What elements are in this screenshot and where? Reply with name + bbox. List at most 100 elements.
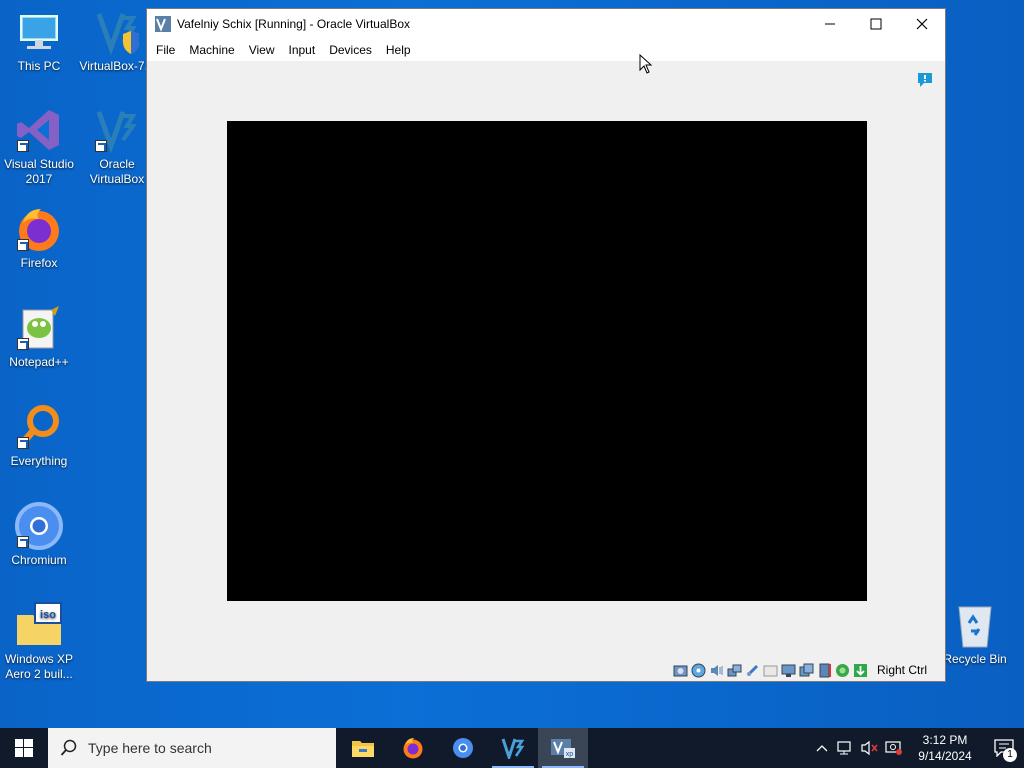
- taskbar-vm-window[interactable]: xp: [538, 728, 588, 768]
- notification-count-badge: 1: [1003, 748, 1017, 762]
- menu-view[interactable]: View: [242, 43, 282, 57]
- desktop-icon-virtualbox-installer[interactable]: VirtualBox-7...: [78, 8, 156, 74]
- computer-icon: [15, 8, 63, 56]
- chevron-up-icon: [816, 745, 828, 752]
- virtualization-icon[interactable]: [817, 663, 832, 678]
- firefox-icon: [15, 205, 63, 253]
- video-capture-icon[interactable]: [799, 663, 814, 678]
- svg-text:xp: xp: [566, 751, 574, 758]
- close-icon: [916, 18, 928, 30]
- virtualbox-icon: [93, 106, 141, 154]
- desktop-icon-this-pc[interactable]: This PC: [0, 8, 78, 74]
- shared-folders-icon[interactable]: [763, 663, 778, 678]
- show-hidden-icons-button[interactable]: [810, 728, 834, 768]
- guest-additions-icon[interactable]: [835, 663, 850, 678]
- tray-monitor-icon: [885, 741, 902, 755]
- taskbar-virtualbox-manager[interactable]: [488, 728, 538, 768]
- desktop-icon-label: VirtualBox-7...: [79, 59, 155, 73]
- shortcut-arrow-icon: [17, 239, 29, 251]
- desktop-icon-label: Chromium: [11, 553, 67, 567]
- search-icon: [60, 739, 77, 756]
- desktop-icon-oracle-virtualbox[interactable]: Oracle VirtualBox: [78, 106, 156, 187]
- minimize-button[interactable]: [807, 9, 853, 39]
- volume-button[interactable]: [858, 728, 882, 768]
- shortcut-arrow-icon: [17, 140, 29, 152]
- menu-input[interactable]: Input: [282, 43, 323, 57]
- network-icon: [837, 741, 851, 755]
- clock-time: 3:12 PM: [922, 733, 968, 747]
- close-button[interactable]: [899, 9, 945, 39]
- shortcut-arrow-icon: [17, 338, 29, 350]
- desktop-icon-windows-xp-iso[interactable]: iso Windows XP Aero 2 buil...: [0, 601, 78, 682]
- desktop-icon-label: Firefox: [20, 256, 58, 270]
- network-icon[interactable]: [727, 663, 742, 678]
- clock[interactable]: 3:12 PM 9/14/2024: [906, 732, 984, 764]
- visual-studio-icon: [15, 106, 63, 154]
- menu-devices[interactable]: Devices: [322, 43, 379, 57]
- magnifier-icon: [15, 403, 63, 451]
- shortcut-arrow-icon: [95, 140, 107, 152]
- message-notification-icon[interactable]: [917, 72, 933, 88]
- virtualbox-icon: [93, 8, 141, 56]
- desktop-icon-label: Notepad++: [9, 355, 69, 369]
- desktop-icon-chromium[interactable]: Chromium: [0, 502, 78, 568]
- menu-help[interactable]: Help: [379, 43, 418, 57]
- notepad-plus-plus-icon: [15, 304, 63, 352]
- audio-icon[interactable]: [709, 663, 724, 678]
- host-key-arrow-icon[interactable]: [853, 663, 868, 678]
- vm-display[interactable]: [227, 121, 867, 601]
- taskbar-search-box[interactable]: Type here to search: [48, 728, 336, 768]
- desktop-icon-label: Visual Studio 2017: [4, 157, 74, 186]
- hard-disk-icon[interactable]: [673, 663, 688, 678]
- menu-bar: File Machine View Input Devices Help: [147, 39, 945, 61]
- virtualbox-vm-window[interactable]: Vafelniy Schix [Running] - Oracle Virtua…: [146, 8, 946, 682]
- virtualbox-vm-icon: [155, 16, 171, 32]
- shortcut-arrow-icon: [17, 536, 29, 548]
- minimize-icon: [825, 23, 835, 25]
- shortcut-arrow-icon: [17, 437, 29, 449]
- windows-logo-icon: [15, 739, 33, 757]
- menu-machine[interactable]: Machine: [182, 43, 241, 57]
- virtualbox-vm-xp-icon: xp: [551, 739, 575, 758]
- chromium-icon: [453, 738, 473, 758]
- action-center-button[interactable]: 1: [984, 728, 1024, 768]
- folder-icon: [352, 741, 374, 757]
- clock-date: 9/14/2024: [918, 749, 972, 763]
- taskbar-file-explorer[interactable]: [338, 728, 388, 768]
- start-button[interactable]: [0, 728, 48, 768]
- maximize-button[interactable]: [853, 9, 899, 39]
- optical-drive-icon[interactable]: [691, 663, 706, 678]
- taskbar: Type here to search xp 3:12 PM 9/14/2024: [0, 728, 1024, 768]
- desktop-icon-everything[interactable]: Everything: [0, 403, 78, 469]
- tray-app-button[interactable]: [882, 728, 906, 768]
- virtualbox-icon: [501, 738, 525, 759]
- desktop-icon-label: Everything: [10, 454, 68, 468]
- vm-status-bar: Right Ctrl: [147, 659, 945, 681]
- volume-muted-icon: [861, 740, 878, 756]
- display-icon[interactable]: [781, 663, 796, 678]
- maximize-icon: [870, 18, 882, 30]
- desktop-icon-recycle-bin[interactable]: Recycle Bin: [936, 601, 1014, 667]
- host-key-label: Right Ctrl: [876, 663, 927, 677]
- desktop-icon-label: Oracle VirtualBox: [89, 157, 145, 186]
- search-placeholder: Type here to search: [88, 740, 212, 756]
- taskbar-chromium[interactable]: [438, 728, 488, 768]
- usb-icon[interactable]: [745, 663, 760, 678]
- desktop-icon-visual-studio[interactable]: Visual Studio 2017: [0, 106, 78, 187]
- menu-file[interactable]: File: [149, 43, 182, 57]
- firefox-icon: [403, 738, 423, 759]
- desktop-icon-notepad-plus-plus[interactable]: Notepad++: [0, 304, 78, 370]
- title-bar[interactable]: Vafelniy Schix [Running] - Oracle Virtua…: [147, 9, 945, 39]
- desktop-icon-label: Windows XP Aero 2 buil...: [4, 652, 74, 681]
- chromium-icon: [15, 502, 63, 550]
- recycle-bin-icon: [951, 601, 999, 649]
- network-status-button[interactable]: [834, 728, 858, 768]
- taskbar-firefox[interactable]: [388, 728, 438, 768]
- mouse-cursor-icon: [639, 54, 653, 74]
- desktop-icon-firefox[interactable]: Firefox: [0, 205, 78, 271]
- system-tray: 3:12 PM 9/14/2024 1: [810, 728, 1024, 768]
- iso-folder-icon: iso: [15, 601, 63, 649]
- desktop-icon-label: This PC: [17, 59, 61, 73]
- desktop-icon-label: Recycle Bin: [943, 652, 1007, 666]
- svg-text:iso: iso: [40, 609, 56, 621]
